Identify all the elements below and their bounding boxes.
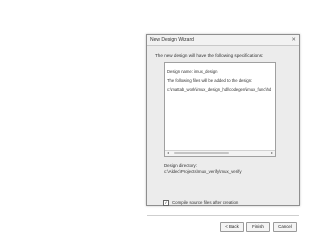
new-design-wizard-dialog: New Design Wizard ✕ The new design will … xyxy=(146,34,300,232)
scrollbar-thumb[interactable] xyxy=(174,152,229,154)
file-path-line: c:\mattab_work\imux_design_hdl\codegen\i… xyxy=(167,87,271,92)
design-name-line: Design name: imux_design xyxy=(167,69,218,74)
intro-text: The new design will have the following s… xyxy=(155,53,264,58)
finish-button[interactable]: Finish xyxy=(246,222,270,232)
files-intro-line: The following files will be added to the… xyxy=(167,78,253,83)
compile-option[interactable]: ✓ Compile source files after creation xyxy=(163,200,238,206)
window-title: New Design Wizard xyxy=(150,37,194,43)
scroll-left-icon[interactable]: ◂ xyxy=(167,150,169,156)
title-bar[interactable]: New Design Wizard ✕ xyxy=(147,35,299,46)
back-button[interactable]: < Back xyxy=(220,222,244,232)
design-directory-value: c:\Aldec\Projects\mux_verify\mux_verify xyxy=(164,169,242,174)
scroll-right-icon[interactable]: ▸ xyxy=(271,150,273,156)
footer-divider xyxy=(147,215,299,216)
close-icon[interactable]: ✕ xyxy=(291,36,296,44)
horizontal-scrollbar[interactable]: ◂ ▸ xyxy=(165,150,275,156)
specifications-box[interactable]: Design name: imux_design The following f… xyxy=(164,62,276,157)
compile-checkbox[interactable]: ✓ xyxy=(163,200,169,206)
cancel-button[interactable]: Cancel xyxy=(273,222,297,232)
compile-checkbox-label[interactable]: Compile source files after creation xyxy=(172,200,238,206)
